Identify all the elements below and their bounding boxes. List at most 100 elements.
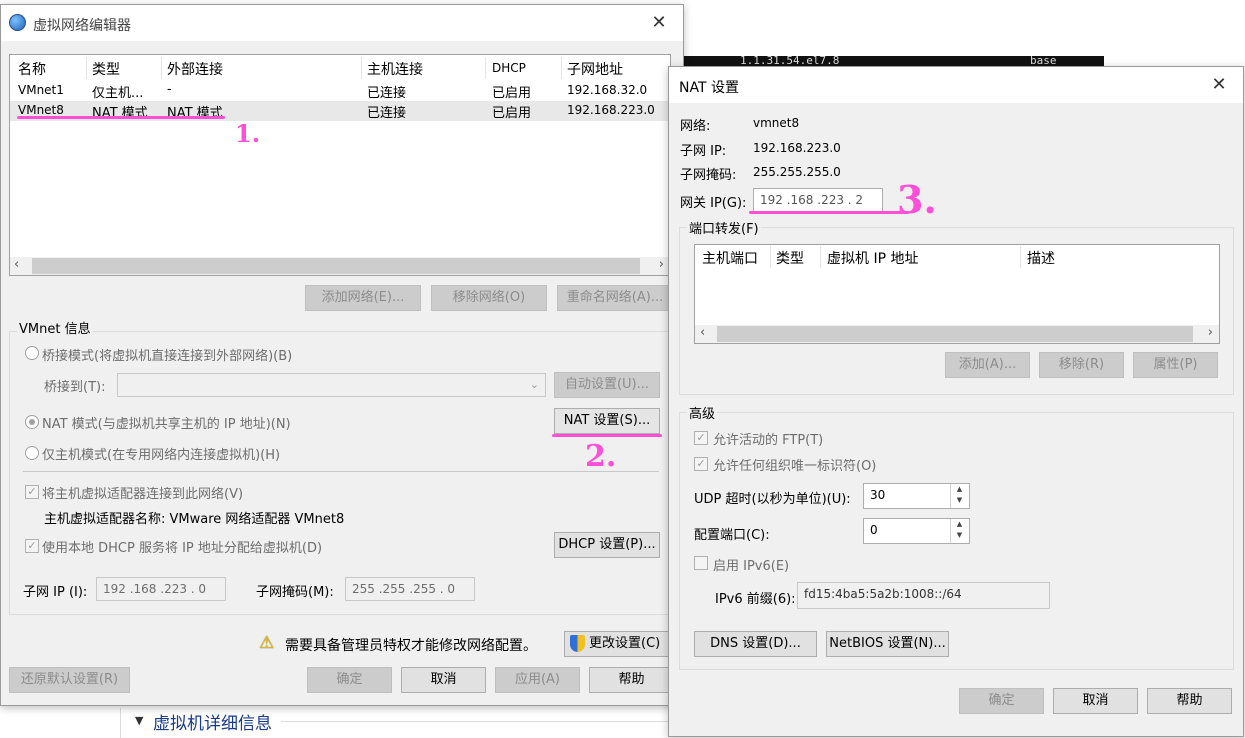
udp-timeout-stepper[interactable]: ▲ ▼ bbox=[950, 484, 968, 508]
network-list[interactable]: 名称 类型 外部连接 主机连接 DHCP 子网地址 VMnet1 仅主机... … bbox=[9, 54, 671, 276]
allow-ftp-label[interactable]: 允许活动的 FTP(T) bbox=[713, 429, 823, 448]
col-host[interactable]: 主机连接 bbox=[367, 59, 423, 79]
pf-remove-button[interactable]: 移除(R) bbox=[1039, 352, 1124, 378]
nat-titlebar: NAT 设置 ✕ bbox=[669, 67, 1243, 103]
table-row[interactable]: VMnet1 仅主机... - 已连接 已启用 192.168.32.0 bbox=[10, 81, 670, 101]
horizontal-scrollbar[interactable]: ‹ › bbox=[10, 257, 670, 275]
udp-timeout-label: UDP 超时(以秒为单位)(U): bbox=[694, 492, 851, 507]
allow-oui-label[interactable]: 允许任何组织唯一标识符(O) bbox=[713, 455, 876, 474]
details-label[interactable]: 虚拟机详细信息 bbox=[153, 709, 272, 734]
close-icon[interactable]: ✕ bbox=[1209, 75, 1229, 95]
use-dhcp-label[interactable]: 使用本地 DHCP 服务将 IP 地址分配给虚拟机(D) bbox=[42, 537, 322, 556]
bridge-to-label: 桥接到(T): bbox=[44, 380, 106, 395]
col-external[interactable]: 外部连接 bbox=[167, 59, 223, 79]
row-external: - bbox=[167, 82, 172, 97]
change-settings-label: 更改设置(C) bbox=[589, 636, 661, 651]
network-label: 网络: bbox=[680, 119, 711, 134]
row-type: 仅主机... bbox=[92, 86, 144, 101]
connect-adapter-label[interactable]: 将主机虚拟适配器连接到此网络(V) bbox=[42, 483, 243, 502]
apply-button[interactable]: 应用(A) bbox=[495, 667, 580, 693]
cancel-button[interactable]: 取消 bbox=[401, 667, 486, 693]
scroll-thumb[interactable] bbox=[717, 326, 1193, 342]
advanced-label: 高级 bbox=[687, 403, 718, 422]
pf-horizontal-scrollbar[interactable]: ‹ › bbox=[695, 325, 1219, 343]
subnet-mask-label: 子网掩码(M): bbox=[256, 585, 334, 600]
ipv6-prefix-label: IPv6 前缀(6): bbox=[715, 592, 796, 607]
dns-settings-button[interactable]: DNS 设置(D)... bbox=[694, 631, 817, 657]
adapter-name-label: 主机虚拟适配器名称: VMware 网络适配器 VMnet8 bbox=[44, 512, 345, 527]
nat-mode-label[interactable]: NAT 模式(与虚拟机共享主机的 IP 地址)(N) bbox=[42, 413, 291, 432]
subnet-ip-label: 子网 IP: bbox=[680, 144, 727, 159]
subnet-ip-field[interactable]: 192 .168 .223 . 0 bbox=[96, 577, 226, 601]
chevron-left-icon[interactable]: ‹ bbox=[14, 257, 19, 272]
annotation-number-1: 1. bbox=[235, 119, 261, 148]
triangle-down-icon: ▼ bbox=[135, 714, 144, 727]
admin-warning-text: 需要具备管理员特权才能修改网络配置。 bbox=[285, 638, 537, 654]
pf-col-vm-ip[interactable]: 虚拟机 IP 地址 bbox=[827, 248, 918, 268]
chevron-left-icon[interactable]: ‹ bbox=[700, 325, 705, 340]
subnet-ip-value: 192.168.223.0 bbox=[753, 141, 841, 155]
close-icon[interactable]: ✕ bbox=[649, 13, 669, 33]
nat-ok-button[interactable]: 确定 bbox=[959, 688, 1044, 714]
netbios-settings-button[interactable]: NetBIOS 设置(N)... bbox=[826, 631, 949, 657]
host-only-radio[interactable] bbox=[25, 446, 39, 460]
nat-settings-dialog: NAT 设置 ✕ 网络: vmnet8 子网 IP: 192.168.223.0… bbox=[668, 66, 1244, 737]
subnet-mask-value: 255.255.255.0 bbox=[753, 165, 841, 179]
bridge-mode-radio[interactable] bbox=[25, 346, 39, 360]
allow-oui-checkbox[interactable]: ✓ bbox=[694, 457, 708, 471]
col-subnet[interactable]: 子网地址 bbox=[567, 59, 623, 79]
bridge-mode-label[interactable]: 桥接模式(将虚拟机直接连接到外部网络)(B) bbox=[42, 345, 292, 364]
col-type[interactable]: 类型 bbox=[92, 59, 120, 79]
details-section[interactable]: ▼ 虚拟机详细信息 bbox=[120, 708, 681, 738]
rename-network-button[interactable]: 重命名网络(A)... bbox=[557, 285, 673, 311]
row-dhcp: 已启用 bbox=[492, 106, 532, 121]
nat-title: NAT 设置 bbox=[679, 80, 739, 96]
ipv6-prefix-field[interactable]: fd15:4ba5:5a2b:1008::/64 bbox=[797, 582, 1050, 609]
enable-ipv6-checkbox[interactable] bbox=[694, 556, 708, 570]
subnet-mask-field[interactable]: 255 .255 .255 . 0 bbox=[345, 577, 475, 601]
chevron-right-icon[interactable]: › bbox=[659, 257, 664, 272]
row-host: 已连接 bbox=[367, 86, 407, 101]
host-only-label[interactable]: 仅主机模式(在专用网络内连接虚拟机)(H) bbox=[42, 444, 280, 463]
gateway-field[interactable]: 192 .168 .223 . 2 bbox=[753, 188, 883, 212]
pf-col-type[interactable]: 类型 bbox=[776, 248, 804, 268]
restore-defaults-button[interactable]: 还原默认设置(R) bbox=[9, 667, 130, 693]
annotation-underline-1 bbox=[17, 116, 225, 119]
nat-settings-button[interactable]: NAT 设置(S)... bbox=[554, 408, 660, 434]
subnet-ip-label: 子网 IP (I): bbox=[23, 585, 88, 600]
row-host: 已连接 bbox=[367, 106, 407, 121]
help-button[interactable]: 帮助 bbox=[589, 667, 674, 693]
allow-ftp-checkbox[interactable]: ✓ bbox=[694, 431, 708, 445]
chevron-right-icon[interactable]: › bbox=[1208, 325, 1213, 340]
remove-network-button[interactable]: 移除网络(O) bbox=[431, 285, 547, 311]
subnet-mask-label: 子网掩码: bbox=[680, 168, 737, 183]
col-name[interactable]: 名称 bbox=[18, 59, 46, 79]
bridge-to-select[interactable]: ⌄ bbox=[117, 373, 546, 397]
virtual-network-editor-window: 虚拟网络编辑器 ✕ 名称 类型 外部连接 主机连接 DHCP 子网地址 VMne… bbox=[0, 4, 684, 706]
list-header: 名称 类型 外部连接 主机连接 DHCP 子网地址 bbox=[10, 55, 670, 81]
auto-settings-button[interactable]: 自动设置(U)... bbox=[554, 372, 660, 398]
connect-adapter-checkbox[interactable]: ✓ bbox=[25, 485, 39, 499]
col-dhcp[interactable]: DHCP bbox=[492, 61, 526, 75]
dhcp-settings-button[interactable]: DHCP 设置(P)... bbox=[554, 532, 660, 558]
config-port-stepper[interactable]: ▲ ▼ bbox=[950, 519, 968, 543]
change-settings-button[interactable]: 更改设置(C) bbox=[564, 631, 670, 657]
port-forward-list[interactable]: 主机端口 类型 虚拟机 IP 地址 描述 ‹ › bbox=[694, 244, 1220, 344]
pf-add-button[interactable]: 添加(A)... bbox=[945, 352, 1030, 378]
warning-icon: ⚠ bbox=[259, 633, 275, 653]
use-dhcp-checkbox[interactable]: ✓ bbox=[25, 539, 39, 553]
port-forward-label: 端口转发(F) bbox=[687, 218, 761, 237]
nat-cancel-button[interactable]: 取消 bbox=[1053, 688, 1138, 714]
scroll-thumb[interactable] bbox=[32, 258, 640, 274]
pf-col-host-port[interactable]: 主机端口 bbox=[702, 248, 758, 268]
nat-mode-radio[interactable] bbox=[25, 415, 39, 429]
add-network-button[interactable]: 添加网络(E)... bbox=[305, 285, 421, 311]
pf-col-desc[interactable]: 描述 bbox=[1027, 248, 1055, 268]
ok-button[interactable]: 确定 bbox=[307, 667, 392, 693]
pf-properties-button[interactable]: 属性(P) bbox=[1133, 352, 1218, 378]
nat-help-button[interactable]: 帮助 bbox=[1147, 688, 1232, 714]
enable-ipv6-label[interactable]: 启用 IPv6(E) bbox=[713, 555, 789, 574]
row-name: VMnet1 bbox=[18, 83, 64, 97]
divider bbox=[23, 471, 659, 472]
chevron-down-icon: ⌄ bbox=[529, 378, 539, 391]
